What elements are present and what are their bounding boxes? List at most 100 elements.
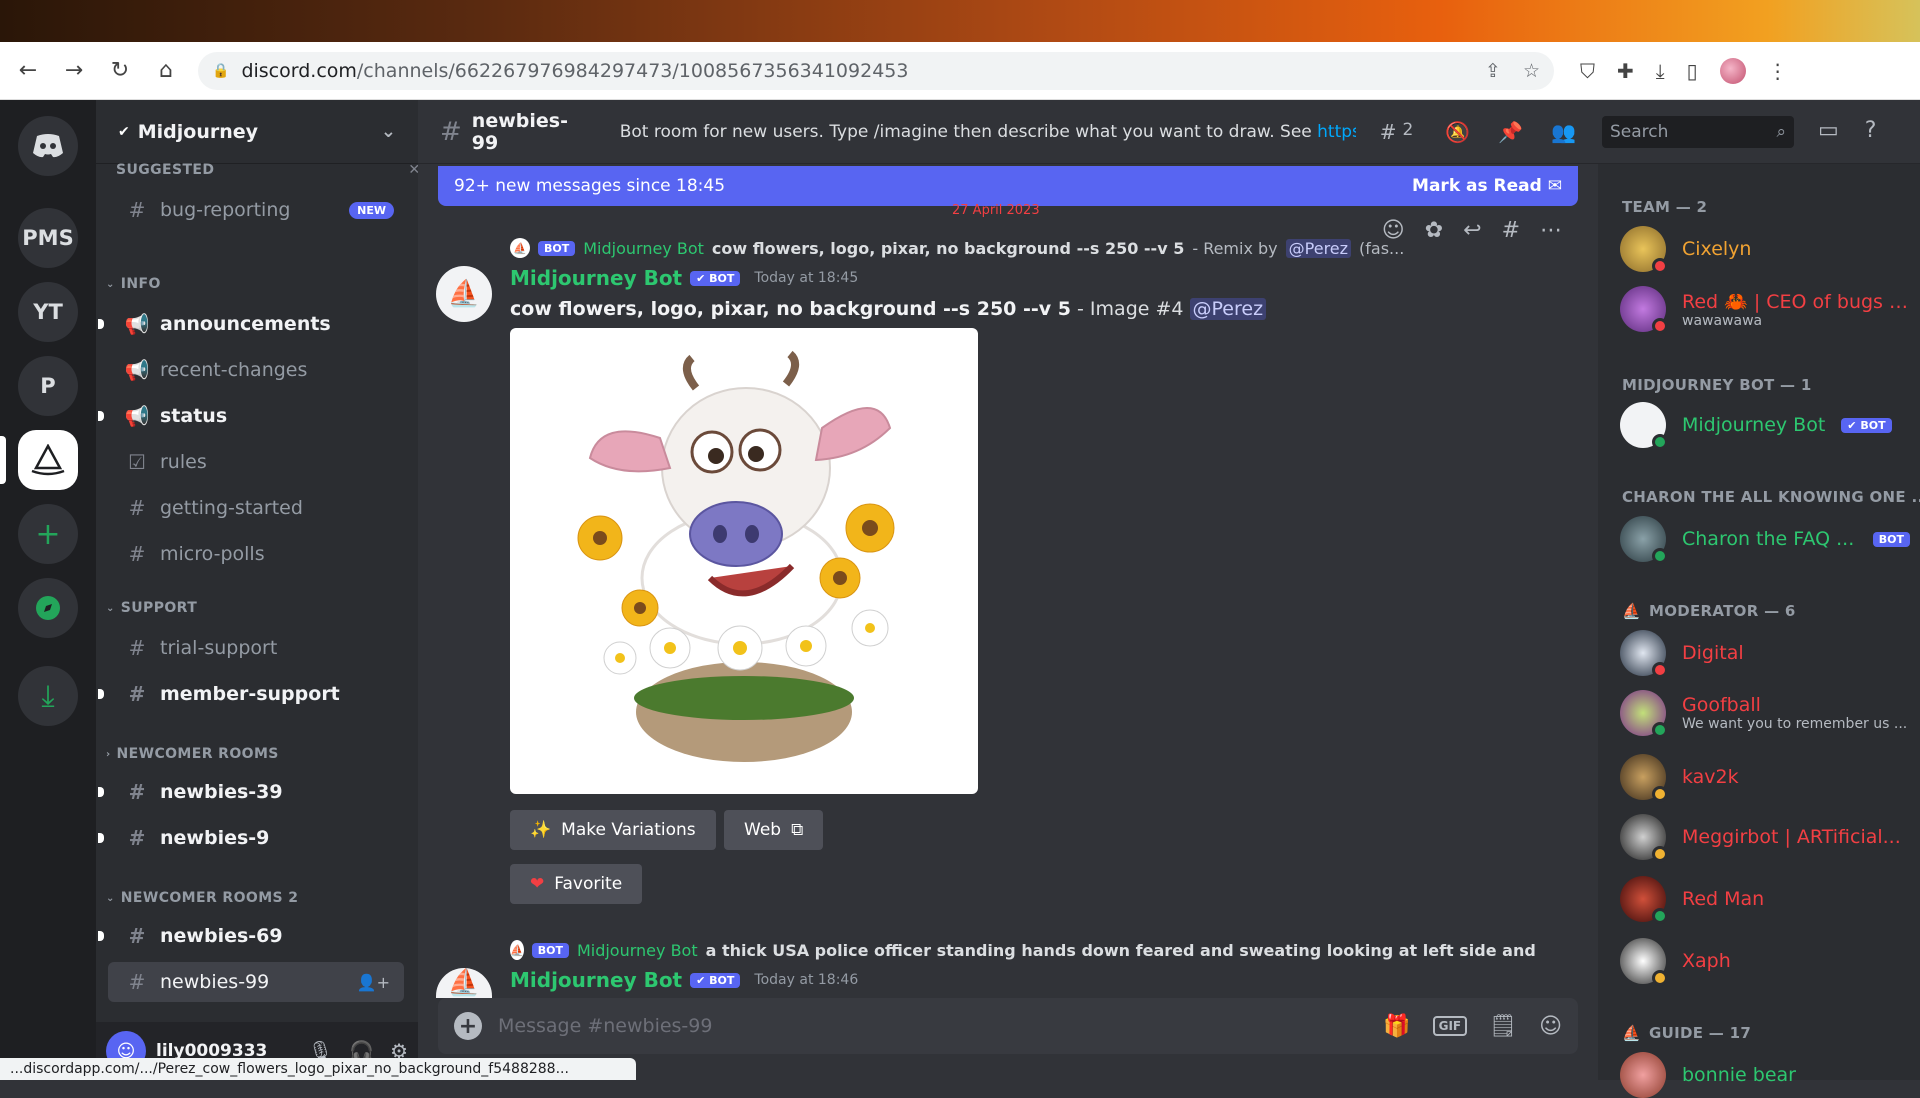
channel-newbies-9[interactable]: #newbies-9	[108, 818, 404, 858]
back-icon[interactable]: ←	[14, 57, 42, 85]
member-name: Charon the FAQ ...	[1682, 528, 1854, 550]
unread-indicator	[98, 787, 104, 797]
channel-label: status	[160, 405, 227, 427]
make-variations-button[interactable]: ✨Make Variations	[510, 810, 716, 850]
category-newcomer-rooms-2[interactable]: ⌄NEWCOMER ROOMS 2	[106, 890, 298, 906]
caret-icon: ⌄	[106, 893, 115, 904]
web-button[interactable]: Web⧉	[724, 810, 823, 850]
threads-icon[interactable]: #2	[1380, 120, 1414, 144]
member-goofball[interactable]: GoofballWe want you to remember us ...	[1620, 690, 1910, 736]
browser-menu-icon[interactable]: ⋮	[1768, 59, 1788, 83]
server-midjourney[interactable]	[18, 430, 78, 490]
channel-announcements[interactable]: 📢announcements	[108, 304, 404, 344]
reply-reference[interactable]: ⛵ BOT Midjourney Bot cow flowers, logo, …	[510, 238, 1510, 258]
unread-indicator	[98, 411, 104, 421]
message-input[interactable]: Message #newbies-99	[498, 1015, 1367, 1037]
member-bonnie-bear[interactable]: bonnie bear	[1620, 1052, 1910, 1098]
member-meggirbot[interactable]: Meggirbot | ARTificial...	[1620, 814, 1910, 860]
reply-mention[interactable]: @Perez	[1286, 239, 1351, 258]
more-options-icon[interactable]: ⋯	[1540, 218, 1562, 243]
channel-micro-polls[interactable]: #micro-polls	[108, 534, 404, 574]
channel-status[interactable]: 📢status	[108, 396, 404, 436]
mark-as-read-button[interactable]: Mark as Read ✉	[1412, 176, 1562, 196]
profile-avatar[interactable]	[1720, 58, 1746, 84]
channel-rules[interactable]: ☑rules	[108, 442, 404, 482]
server-p[interactable]: P	[18, 356, 78, 416]
attach-plus-icon[interactable]: +	[454, 1012, 482, 1040]
status-idle-icon	[1652, 970, 1668, 986]
server-yt[interactable]: YT	[18, 282, 78, 342]
bot-badge: BOT	[538, 241, 575, 256]
side-panel-icon[interactable]: ▯	[1687, 59, 1698, 83]
download-apps-icon[interactable]: ⤓	[18, 666, 78, 726]
member-red[interactable]: Red 🦀 | CEO of bugs 🐛wawawawa	[1620, 286, 1910, 332]
server-pms[interactable]: PMS	[18, 208, 78, 268]
channel-getting-started[interactable]: #getting-started	[108, 488, 404, 528]
search-placeholder: Search	[1610, 122, 1668, 142]
shield-extension-icon[interactable]: ⛉	[1580, 59, 1595, 83]
chevron-down-icon[interactable]: ⌄	[381, 121, 396, 142]
message-author[interactable]: Midjourney Bot	[510, 266, 682, 290]
member-kav2k[interactable]: kav2k	[1620, 754, 1910, 800]
member-list-icon[interactable]: 👥	[1551, 120, 1576, 144]
reply-author[interactable]: Midjourney Bot	[577, 941, 698, 960]
gift-icon[interactable]: 🎁	[1383, 1014, 1410, 1039]
channel-topic[interactable]: Bot room for new users. Type /imagine th…	[620, 122, 1356, 142]
download-icon[interactable]: ⤓	[1656, 59, 1665, 83]
discord-home-icon[interactable]	[18, 116, 78, 176]
member-cixelyn[interactable]: Cixelyn	[1620, 226, 1910, 272]
unread-indicator	[98, 931, 104, 941]
emoji-icon[interactable]: ☺	[1539, 1014, 1562, 1039]
share-icon[interactable]: ⇪	[1485, 60, 1501, 82]
address-bar[interactable]: 🔒 discord.com/channels/66226797698429747…	[198, 52, 1554, 90]
inbox-icon[interactable]: ▭	[1818, 118, 1839, 143]
member-red-man[interactable]: Red Man	[1620, 876, 1910, 922]
channel-newbies-99[interactable]: #newbies-99👤+	[108, 962, 404, 1002]
member-charon[interactable]: Charon the FAQ ... BOT	[1620, 516, 1910, 562]
server-header[interactable]: ✔ Midjourney ⌄	[96, 100, 418, 164]
message-author[interactable]: Midjourney Bot	[510, 968, 682, 992]
reload-icon[interactable]: ↻	[106, 57, 134, 85]
pin-icon[interactable]: 📌	[1498, 120, 1523, 144]
channel-recent-changes[interactable]: 📢recent-changes	[108, 350, 404, 390]
favorite-button[interactable]: ❤Favorite	[510, 864, 642, 904]
favorite-label: Favorite	[554, 874, 622, 894]
generated-image[interactable]	[510, 328, 978, 794]
category-info[interactable]: ⌄INFO	[106, 276, 161, 292]
invite-member-icon[interactable]: 👤+	[357, 973, 390, 992]
channel-bug-reporting[interactable]: # bug-reporting NEW	[108, 190, 404, 230]
body-mention[interactable]: @Perez	[1190, 298, 1267, 320]
external-link-icon: ⧉	[791, 820, 803, 840]
topic-link[interactable]: https://...	[1317, 122, 1356, 142]
channel-label: newbies-69	[160, 925, 283, 947]
channel-trial-support[interactable]: #trial-support	[108, 628, 404, 668]
help-icon[interactable]: ?	[1865, 118, 1877, 143]
bot-avatar[interactable]: ⛵	[436, 968, 492, 998]
reply-reference[interactable]: ⛵ BOT Midjourney Bot a thick USA police …	[510, 940, 1540, 960]
category-support[interactable]: ⌄SUPPORT	[106, 600, 197, 616]
notifications-muted-icon[interactable]: 🔕	[1445, 120, 1470, 144]
bookmark-star-icon[interactable]: ☆	[1523, 60, 1540, 82]
member-xaph[interactable]: Xaph	[1620, 938, 1910, 984]
bot-badge: BOT	[532, 943, 569, 958]
channel-member-support[interactable]: #member-support	[108, 674, 404, 714]
explore-compass-icon[interactable]	[18, 578, 78, 638]
category-newcomer-rooms[interactable]: ›NEWCOMER ROOMS	[106, 746, 279, 762]
channel-newbies-69[interactable]: #newbies-69	[108, 916, 404, 956]
search-input[interactable]: Search ⌕	[1602, 116, 1794, 148]
forward-icon[interactable]: →	[60, 57, 88, 85]
add-server-icon[interactable]: +	[18, 504, 78, 564]
channel-newbies-39[interactable]: #newbies-39	[108, 772, 404, 812]
member-name: Xaph	[1682, 950, 1731, 972]
member-avatar	[1620, 402, 1666, 448]
category-label: SUGGESTED	[116, 162, 214, 178]
gif-icon[interactable]: GIF	[1433, 1016, 1468, 1036]
bot-avatar[interactable]: ⛵	[436, 266, 492, 322]
reply-author[interactable]: Midjourney Bot	[583, 239, 704, 258]
extensions-puzzle-icon[interactable]: ✚	[1617, 59, 1634, 83]
new-messages-bar[interactable]: 92+ new messages since 18:45 Mark as Rea…	[438, 166, 1578, 206]
sticker-icon[interactable]: 🗒	[1489, 1014, 1517, 1039]
home-icon[interactable]: ⌂	[152, 57, 180, 85]
member-digital[interactable]: Digital	[1620, 630, 1910, 676]
member-midjourney-bot[interactable]: Midjourney Bot ✔ BOT	[1620, 402, 1910, 448]
